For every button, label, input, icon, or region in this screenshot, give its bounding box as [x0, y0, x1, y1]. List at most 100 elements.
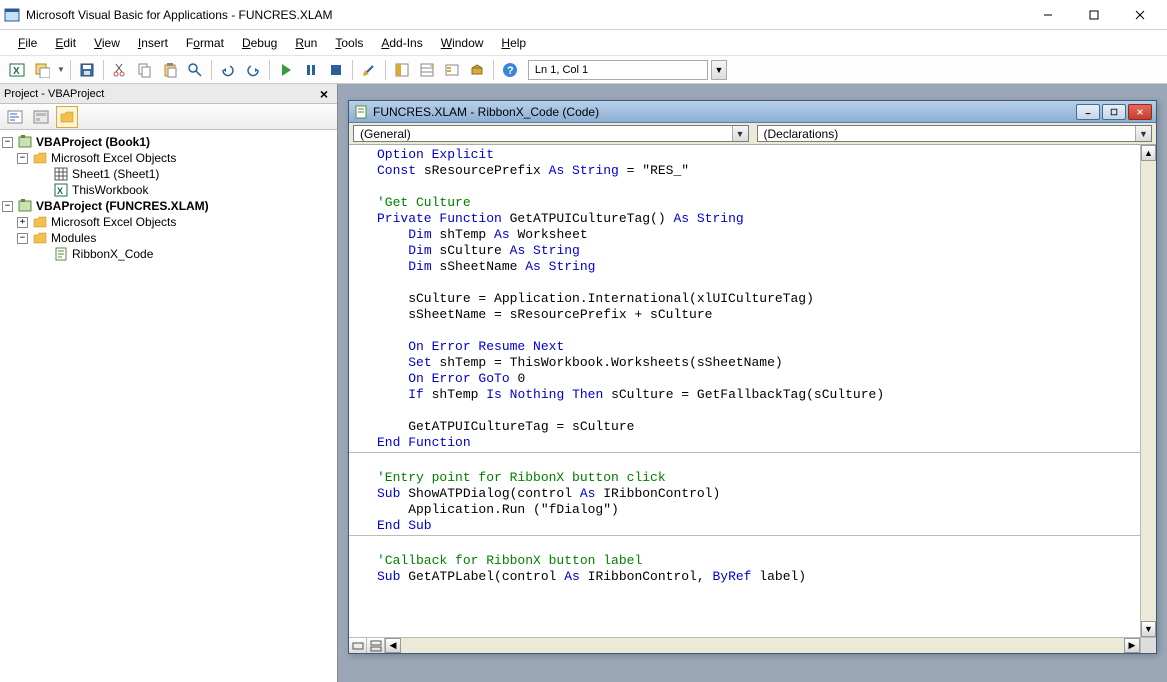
procedure-dropdown-text: (Declarations) — [758, 127, 1136, 141]
insert-dropdown-icon[interactable]: ▼ — [57, 65, 65, 74]
cursor-position: Ln 1, Col 1 — [528, 60, 708, 80]
maximize-button[interactable] — [1071, 0, 1117, 30]
properties-button[interactable] — [416, 59, 438, 81]
tree-node-sheet1[interactable]: Sheet1 (Sheet1) — [72, 166, 159, 182]
menu-help[interactable]: Help — [493, 33, 534, 53]
menu-view[interactable]: View — [86, 33, 128, 53]
project-panel-close-button[interactable]: × — [315, 85, 333, 103]
tree-node-vbaproject-funcres[interactable]: VBAProject (FUNCRES.XLAM) — [36, 198, 209, 214]
window-title: Microsoft Visual Basic for Applications … — [26, 8, 1025, 22]
project-icon — [17, 198, 33, 214]
paste-button[interactable] — [159, 59, 181, 81]
dropdown-arrow-icon[interactable]: ▼ — [732, 126, 748, 141]
horizontal-scrollbar[interactable]: ◀ ▶ — [385, 638, 1140, 653]
code-window: FUNCRES.XLAM - RibbonX_Code (Code) (Gene… — [348, 100, 1157, 654]
expand-icon[interactable]: − — [17, 153, 28, 164]
child-minimize-button[interactable] — [1076, 104, 1100, 120]
scroll-up-button[interactable]: ▲ — [1141, 145, 1156, 161]
folder-icon — [32, 150, 48, 166]
menu-file[interactable]: File — [10, 33, 45, 53]
project-icon — [17, 134, 33, 150]
full-module-view-button[interactable] — [367, 638, 385, 653]
project-panel-toolbar — [0, 104, 337, 130]
project-panel-title: Project - VBAProject × — [0, 84, 337, 104]
worksheet-icon — [53, 166, 69, 182]
tree-node-excel-objects[interactable]: Microsoft Excel Objects — [51, 150, 176, 166]
tree-node-vbaproject-book1[interactable]: VBAProject (Book1) — [36, 134, 150, 150]
workbook-icon: X — [53, 182, 69, 198]
expand-icon[interactable]: − — [17, 233, 28, 244]
undo-button[interactable] — [217, 59, 239, 81]
reset-button[interactable] — [325, 59, 347, 81]
module-icon — [353, 104, 369, 120]
project-tree[interactable]: −VBAProject (Book1) −Microsoft Excel Obj… — [0, 130, 337, 682]
cursor-position-text: Ln 1, Col 1 — [535, 64, 588, 76]
code-window-dropdowns: (General)▼ (Declarations)▼ — [349, 123, 1156, 145]
insert-item-button[interactable] — [31, 59, 53, 81]
menu-format[interactable]: Format — [178, 33, 232, 53]
procedure-view-button[interactable] — [349, 638, 367, 653]
dropdown-arrow-icon[interactable]: ▼ — [1135, 126, 1151, 141]
mdi-area: FUNCRES.XLAM - RibbonX_Code (Code) (Gene… — [338, 84, 1167, 682]
view-code-button[interactable] — [4, 106, 26, 128]
window-titlebar: Microsoft Visual Basic for Applications … — [0, 0, 1167, 30]
size-grip[interactable] — [1140, 638, 1156, 653]
design-mode-button[interactable] — [358, 59, 380, 81]
menu-tools[interactable]: Tools — [327, 33, 371, 53]
tree-node-ribbonx-code[interactable]: RibbonX_Code — [72, 246, 153, 262]
svg-text:X: X — [57, 186, 63, 196]
code-window-title: FUNCRES.XLAM - RibbonX_Code (Code) — [373, 105, 1076, 119]
scroll-left-button[interactable]: ◀ — [385, 638, 401, 653]
child-close-button[interactable] — [1128, 104, 1152, 120]
menu-addins[interactable]: Add-Ins — [373, 33, 430, 53]
redo-button[interactable] — [242, 59, 264, 81]
toolbar-separator — [352, 60, 353, 80]
menu-run[interactable]: Run — [287, 33, 325, 53]
position-dropdown-button[interactable]: ▼ — [711, 60, 727, 80]
tree-node-thisworkbook[interactable]: ThisWorkbook — [72, 182, 148, 198]
object-browser-button[interactable] — [441, 59, 463, 81]
minimize-button[interactable] — [1025, 0, 1071, 30]
toolbar-separator — [211, 60, 212, 80]
object-dropdown[interactable]: (General)▼ — [353, 125, 749, 142]
cut-button[interactable] — [109, 59, 131, 81]
menu-debug[interactable]: Debug — [234, 33, 285, 53]
menu-insert[interactable]: Insert — [130, 33, 176, 53]
toolbar-separator — [269, 60, 270, 80]
help-button[interactable]: ? — [499, 59, 521, 81]
app-icon — [4, 7, 20, 23]
toolbar-separator — [103, 60, 104, 80]
menu-edit[interactable]: Edit — [47, 33, 84, 53]
scroll-down-button[interactable]: ▼ — [1141, 621, 1156, 637]
view-excel-button[interactable]: X — [6, 59, 28, 81]
project-explorer-button[interactable] — [391, 59, 413, 81]
tree-node-modules[interactable]: Modules — [51, 230, 96, 246]
run-button[interactable] — [275, 59, 297, 81]
break-button[interactable] — [300, 59, 322, 81]
code-window-titlebar[interactable]: FUNCRES.XLAM - RibbonX_Code (Code) — [349, 101, 1156, 123]
find-button[interactable] — [184, 59, 206, 81]
code-window-footer: ◀ ▶ — [349, 637, 1156, 653]
code-editor[interactable]: Option Explicit Const sResourcePrefix As… — [349, 145, 1156, 637]
expand-icon[interactable]: − — [2, 137, 13, 148]
expand-icon[interactable]: − — [2, 201, 13, 212]
copy-button[interactable] — [134, 59, 156, 81]
child-maximize-button[interactable] — [1102, 104, 1126, 120]
save-button[interactable] — [76, 59, 98, 81]
expand-icon[interactable]: + — [17, 217, 28, 228]
object-dropdown-text: (General) — [354, 127, 732, 141]
toolbox-button[interactable] — [466, 59, 488, 81]
toggle-folders-button[interactable] — [56, 106, 78, 128]
tree-node-excel-objects-2[interactable]: Microsoft Excel Objects — [51, 214, 176, 230]
scroll-right-button[interactable]: ▶ — [1124, 638, 1140, 653]
toolbar-separator — [385, 60, 386, 80]
folder-icon — [32, 230, 48, 246]
procedure-dropdown[interactable]: (Declarations)▼ — [757, 125, 1153, 142]
menubar: File Edit View Insert Format Debug Run T… — [0, 30, 1167, 56]
menu-window[interactable]: Window — [433, 33, 492, 53]
folder-icon — [32, 214, 48, 230]
vertical-scrollbar[interactable]: ▲ ▼ — [1140, 145, 1156, 637]
close-button[interactable] — [1117, 0, 1163, 30]
svg-text:X: X — [13, 66, 20, 77]
view-object-button[interactable] — [30, 106, 52, 128]
